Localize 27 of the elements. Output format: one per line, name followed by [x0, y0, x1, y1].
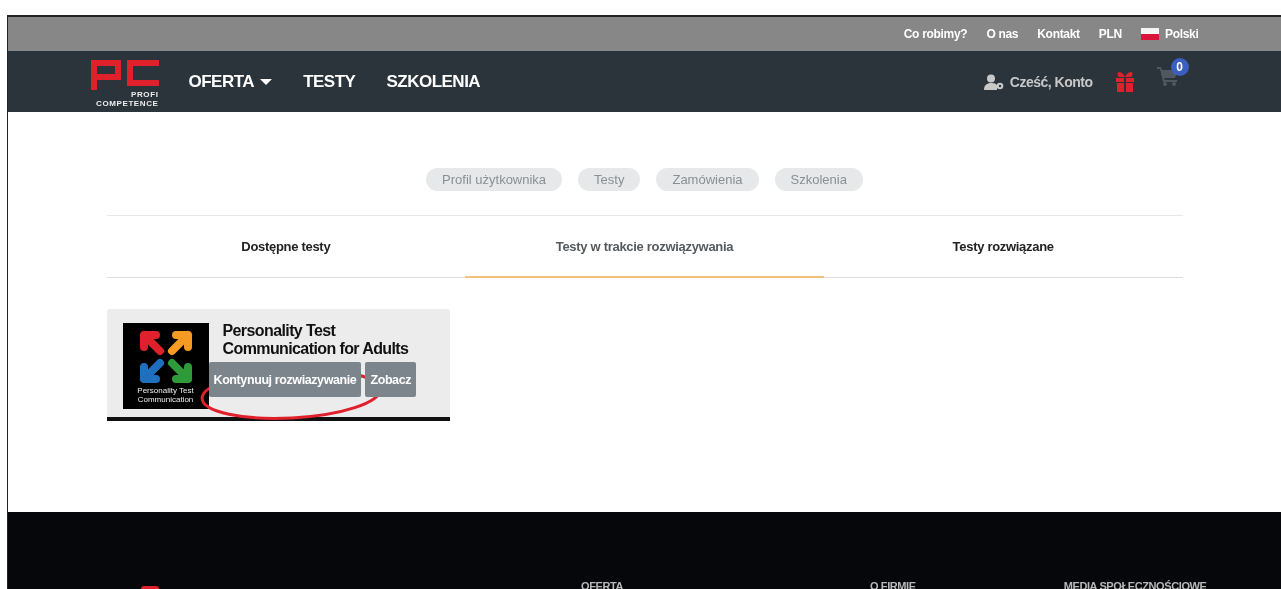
top-link[interactable]: Co robimy?: [903, 27, 968, 41]
nav-link[interactable]: SZKOLENIA: [386, 71, 481, 92]
logo-subtext: COMPETENCE: [96, 98, 159, 108]
nav-link[interactable]: TESTY: [303, 71, 356, 92]
test-tab[interactable]: Dostępne testy: [106, 216, 466, 278]
test-action-button[interactable]: Kontynuuj rozwiazywanie: [208, 362, 362, 397]
test-tab[interactable]: Testy w trakcie rozwiązywania: [465, 216, 824, 278]
profile-tab[interactable]: Testy: [578, 168, 641, 191]
test-tab[interactable]: Testy rozwiązane: [823, 216, 1183, 278]
arrows-icon: [137, 328, 194, 385]
profile-tab[interactable]: Profil użytkownika: [426, 168, 563, 191]
profile-tab[interactable]: Szkolenia: [774, 168, 863, 191]
nav-link[interactable]: OFERTA: [188, 71, 273, 92]
image-caption: Personality Test Communication: [136, 385, 195, 404]
language-link[interactable]: Polski: [1164, 27, 1199, 41]
user-gear-icon: [983, 73, 1004, 90]
poland-flag-icon: [1140, 28, 1159, 40]
logo-text: PROFI: [131, 89, 159, 99]
top-link[interactable]: O nas: [986, 27, 1019, 41]
account-link[interactable]: Cześć, Konto: [983, 73, 1093, 90]
profile-tab[interactable]: Zamówienia: [656, 168, 759, 191]
gift-icon[interactable]: [1114, 71, 1135, 92]
test-title: Personality Test Communication for Adults: [222, 322, 410, 358]
cart-count-badge: 0: [1170, 57, 1189, 76]
top-link[interactable]: Kontakt: [1037, 27, 1080, 41]
test-action-button[interactable]: Zobacz: [365, 362, 417, 397]
top-link[interactable]: PLN: [1098, 27, 1122, 41]
